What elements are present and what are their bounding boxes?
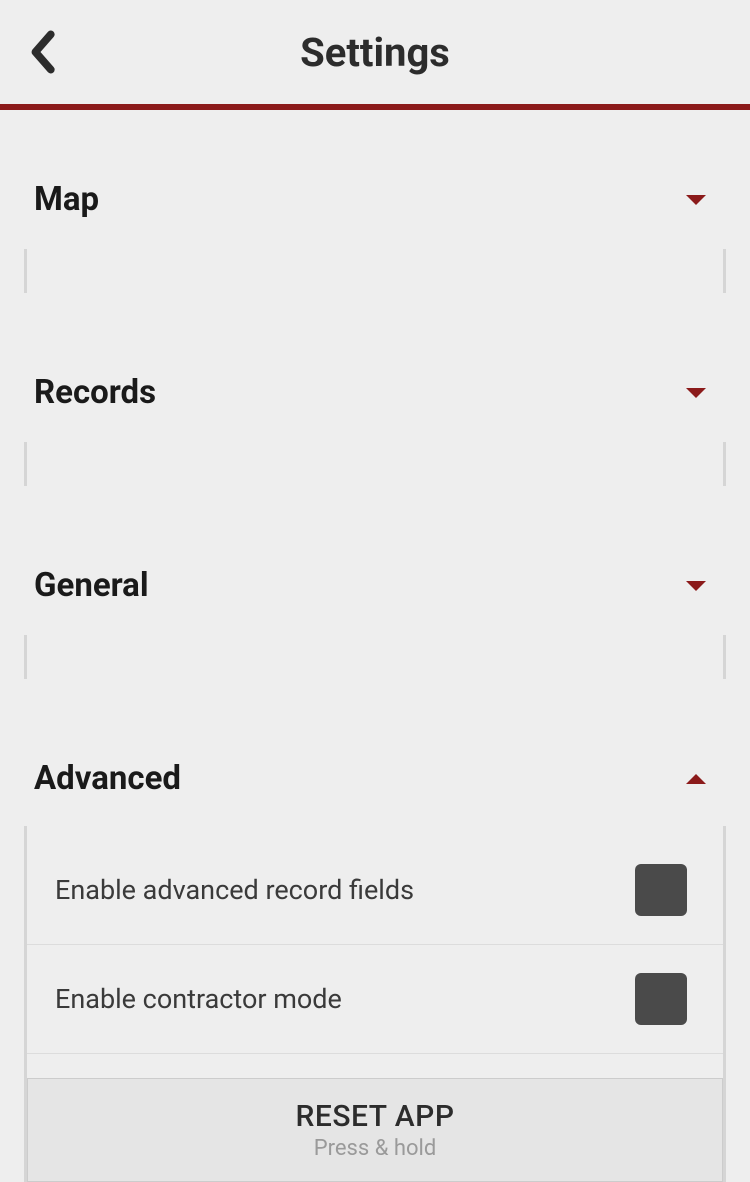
checkbox-contractor-mode[interactable] [635,973,687,1025]
section-header-map[interactable]: Map [24,170,726,229]
advanced-panel: Enable advanced record fields Enable con… [24,826,726,1182]
reset-app-button[interactable]: RESET APP Press & hold [27,1078,723,1182]
reset-app-label: RESET APP [48,1099,702,1134]
section-header-advanced[interactable]: Advanced [24,749,726,808]
section-frame-general [24,635,726,679]
section-frame-records [24,442,726,486]
header: Settings [0,0,750,110]
section-general: General [0,556,750,679]
back-button[interactable] [28,30,56,74]
page-title: Settings [300,29,450,76]
setting-label-advanced-fields: Enable advanced record fields [55,874,414,906]
setting-row-advanced-fields: Enable advanced record fields [27,836,723,945]
section-title-map: Map [34,180,99,219]
setting-row-contractor-mode: Enable contractor mode [27,945,723,1054]
reset-app-hint: Press & hold [48,1136,702,1161]
section-title-general: General [34,566,149,605]
section-header-records[interactable]: Records [24,363,726,422]
caret-up-icon [686,774,706,784]
caret-down-icon [686,581,706,591]
section-map: Map [0,170,750,293]
checkbox-advanced-fields[interactable] [635,864,687,916]
caret-down-icon [686,195,706,205]
caret-down-icon [686,388,706,398]
section-records: Records [0,363,750,486]
section-frame-map [24,249,726,293]
content: Map Records General Advanced Enable adva… [0,110,750,1182]
section-header-general[interactable]: General [24,556,726,615]
section-title-records: Records [34,373,156,412]
section-advanced: Advanced [0,749,750,808]
chevron-left-icon [28,30,56,74]
section-title-advanced: Advanced [34,759,181,798]
